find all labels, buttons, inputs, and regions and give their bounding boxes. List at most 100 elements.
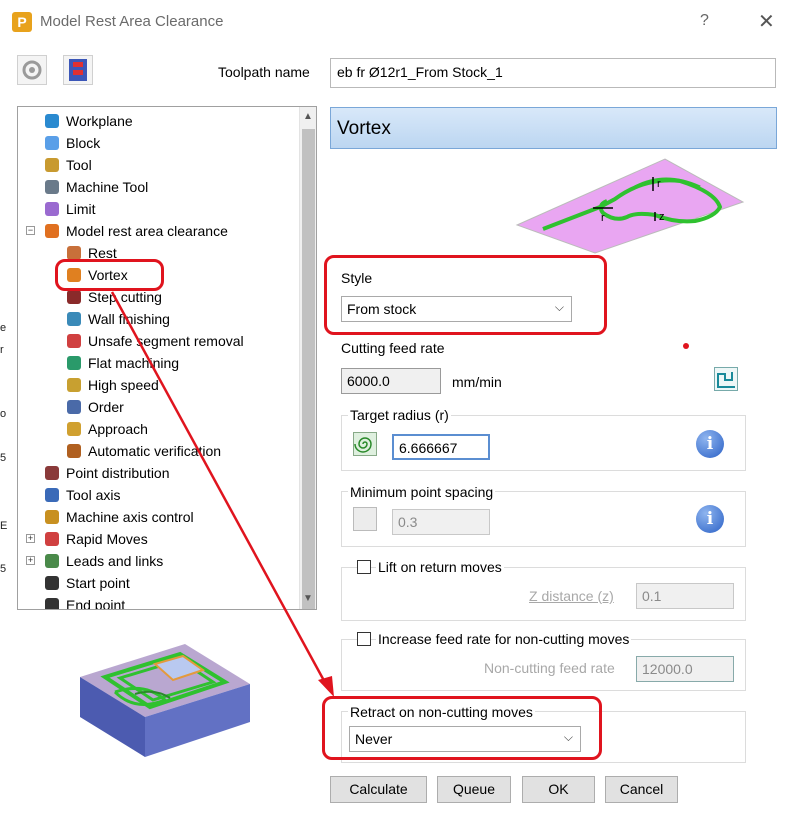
feed-rate-icon [717, 372, 735, 388]
tree-item-wall-finishing[interactable]: Wall finishing [64, 308, 170, 330]
vortex-highlight [55, 259, 164, 291]
target-radius-input[interactable]: 6.666667 [392, 434, 490, 460]
red-dot [683, 343, 689, 349]
leads-links-icon [42, 552, 62, 570]
settings-button[interactable] [17, 55, 47, 85]
tree-item-label: Leads and links [66, 553, 164, 569]
start-point-icon [42, 574, 62, 592]
non-cutting-feed-input[interactable]: 12000.0 [636, 656, 734, 682]
tree-item-start-point[interactable]: Start point [42, 572, 130, 594]
tree-item-rapid-moves[interactable]: Rapid Moves [42, 528, 148, 550]
edge-mark: e [0, 322, 7, 334]
vortex-diagram: r r z [515, 158, 745, 254]
tree-item-label: Tool axis [66, 487, 121, 503]
min-spacing-info-icon[interactable]: i [696, 505, 724, 533]
tree-item-label: Workplane [66, 113, 133, 129]
close-button[interactable]: ✕ [758, 9, 775, 34]
edge-mark: r [0, 344, 4, 356]
scroll-thumb[interactable] [302, 129, 315, 609]
block-icon [42, 134, 62, 152]
tree-item-label: Rapid Moves [66, 531, 148, 547]
tree-item-label: Step cutting [88, 289, 162, 305]
spiral-icon [354, 437, 372, 453]
feed-unit-label: mm/min [452, 374, 502, 390]
cutting-feed-input[interactable]: 6000.0 [341, 368, 441, 394]
tree-item-machine-axis-control[interactable]: Machine axis control [42, 506, 194, 528]
gears-icon [22, 60, 42, 80]
tree-item-label: Limit [66, 201, 96, 217]
tool-icon [42, 156, 62, 174]
tool-axis-icon [42, 486, 62, 504]
tree-item-leads-and-links[interactable]: Leads and links [42, 550, 163, 572]
machine-axis-icon [42, 508, 62, 526]
tree-item-label: Machine Tool [66, 179, 149, 195]
tree-item-approach[interactable]: Approach [64, 418, 148, 440]
tree-item-label: Start point [66, 575, 130, 591]
tree-item-automatic-verification[interactable]: Automatic verification [64, 440, 221, 462]
tree-expander[interactable]: + [26, 534, 35, 543]
end-point-icon [42, 596, 62, 609]
tree-item-order[interactable]: Order [64, 396, 124, 418]
section-header: Vortex [330, 107, 777, 149]
tree-item-unsafe-segment-removal[interactable]: Unsafe segment removal [64, 330, 244, 352]
diagram-r-left: r [601, 212, 605, 224]
tree-expander[interactable]: + [26, 556, 35, 565]
strategy-tree[interactable]: Workplane Block Tool Machine Tool Limit − Mode… [17, 106, 317, 610]
scroll-down-icon[interactable]: ▼ [303, 593, 313, 604]
min-spacing-input[interactable]: 0.3 [392, 509, 490, 535]
diagram-z: z [659, 211, 665, 223]
help-button[interactable]: ? [700, 12, 709, 30]
tree-item-label: Order [88, 399, 124, 415]
toolpath-preview-button[interactable] [63, 55, 93, 85]
app-icon: P [12, 12, 32, 32]
tree-item-end-point[interactable]: End point [42, 594, 126, 610]
tree-scrollbar[interactable]: ▲ ▼ [299, 107, 316, 609]
tree-item-limit[interactable]: Limit [42, 198, 96, 220]
workplane-icon [42, 112, 62, 130]
title-bar: P Model Rest Area Clearance ? ✕ [0, 0, 795, 44]
lift-label: Lift on return moves [376, 559, 504, 575]
min-spacing-lock-button[interactable] [353, 507, 377, 531]
window-title: Model Rest Area Clearance [40, 13, 224, 30]
machine-tool-icon [42, 178, 62, 196]
target-radius-info-icon[interactable]: i [696, 430, 724, 458]
tree-item-tool-axis[interactable]: Tool axis [42, 484, 120, 506]
toolpath-name-input[interactable]: eb fr Ø12r1_From Stock_1 [330, 58, 776, 88]
toolpath-name-label: Toolpath name [218, 64, 310, 80]
target-radius-lock-button[interactable] [353, 432, 377, 456]
tree-item-label: Block [66, 135, 101, 151]
tree-item-flat-machining[interactable]: Flat machining [64, 352, 179, 374]
feed-rate-button[interactable] [714, 367, 738, 391]
tree-item-label: Wall finishing [88, 311, 170, 327]
tree-item-label: End point [66, 597, 126, 610]
auto-verification-icon [64, 442, 84, 460]
tree-expander[interactable]: − [26, 226, 35, 235]
order-icon [64, 398, 84, 416]
tree-item-high-speed[interactable]: High speed [64, 374, 159, 396]
edge-mark: 5 [0, 563, 7, 575]
cancel-button[interactable]: Cancel [605, 776, 678, 803]
tree-item-tool[interactable]: Tool [42, 154, 92, 176]
tree-item-label: Unsafe segment removal [88, 333, 244, 349]
model-rest-icon [42, 222, 62, 240]
retract-highlight [322, 696, 602, 760]
point-distribution-icon [42, 464, 62, 482]
tree-item-machine-tool[interactable]: Machine Tool [42, 176, 148, 198]
tree-item-label: Machine axis control [66, 509, 194, 525]
increase-feed-checkbox[interactable] [357, 632, 371, 646]
ok-button[interactable]: OK [522, 776, 595, 803]
tree-item-workplane[interactable]: Workplane [42, 110, 133, 132]
z-distance-input[interactable]: 0.1 [636, 583, 734, 609]
tree-item-point-distribution[interactable]: Point distribution [42, 462, 170, 484]
scroll-up-icon[interactable]: ▲ [303, 111, 313, 122]
approach-icon [64, 420, 84, 438]
calculate-button[interactable]: Calculate [330, 776, 427, 803]
z-distance-label: Z distance (z) [529, 588, 614, 604]
tree-item-label: Flat machining [88, 355, 180, 371]
limit-icon [42, 200, 62, 218]
tree-item-model-rest-area-clearance[interactable]: Model rest area clearance [42, 220, 228, 242]
high-speed-icon [64, 376, 84, 394]
tree-item-block[interactable]: Block [42, 132, 100, 154]
queue-button[interactable]: Queue [437, 776, 511, 803]
lift-checkbox[interactable] [357, 560, 371, 574]
